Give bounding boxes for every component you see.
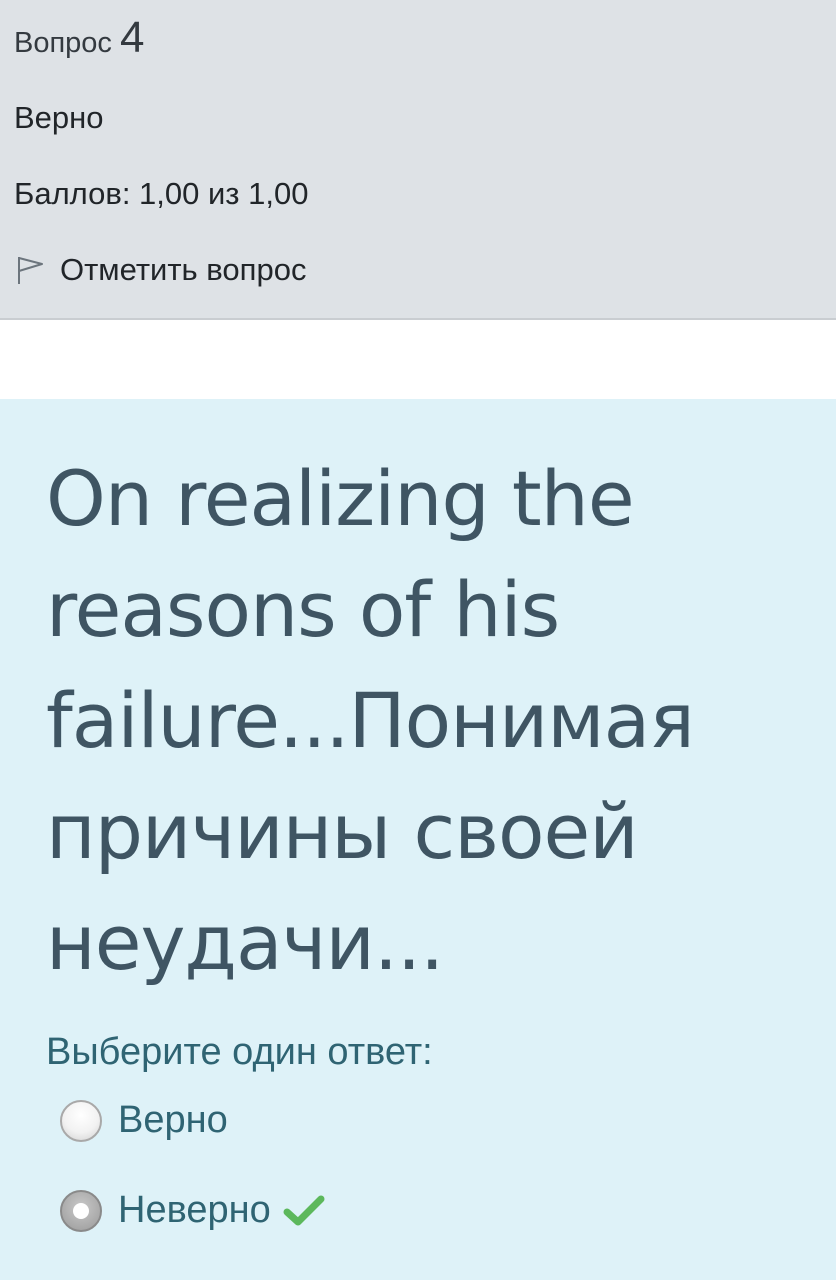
question-info-panel: Вопрос 4 Верно Баллов: 1,00 из 1,00 Отмет…	[0, 0, 836, 320]
flag-question-label: Отметить вопрос	[60, 252, 307, 287]
answer-option-true[interactable]: Верно	[60, 1099, 228, 1142]
question-number-value: 4	[119, 13, 145, 62]
question-number: Вопрос 4	[14, 16, 144, 60]
correct-check-icon	[283, 1195, 325, 1225]
answer-option-label: Неверно	[118, 1189, 271, 1231]
question-label: Вопрос	[14, 27, 112, 59]
radio-button-checked[interactable]	[60, 1189, 102, 1232]
answer-prompt: Выберите один ответ:	[46, 1031, 433, 1073]
radio-button-unchecked[interactable]	[60, 1099, 102, 1142]
question-text: On realizing the reasons of his failure.…	[46, 454, 695, 987]
flag-question-link[interactable]: Отметить вопрос	[14, 252, 306, 288]
question-state: Верно	[14, 100, 104, 135]
flag-outline-icon	[18, 257, 43, 284]
question-formulation: On realizing the reasons of his failure.…	[0, 399, 836, 1280]
answer-option-label: Верно	[118, 1099, 228, 1141]
question-grade: Баллов: 1,00 из 1,00	[14, 176, 309, 211]
answer-option-false[interactable]: Неверно	[60, 1189, 325, 1232]
